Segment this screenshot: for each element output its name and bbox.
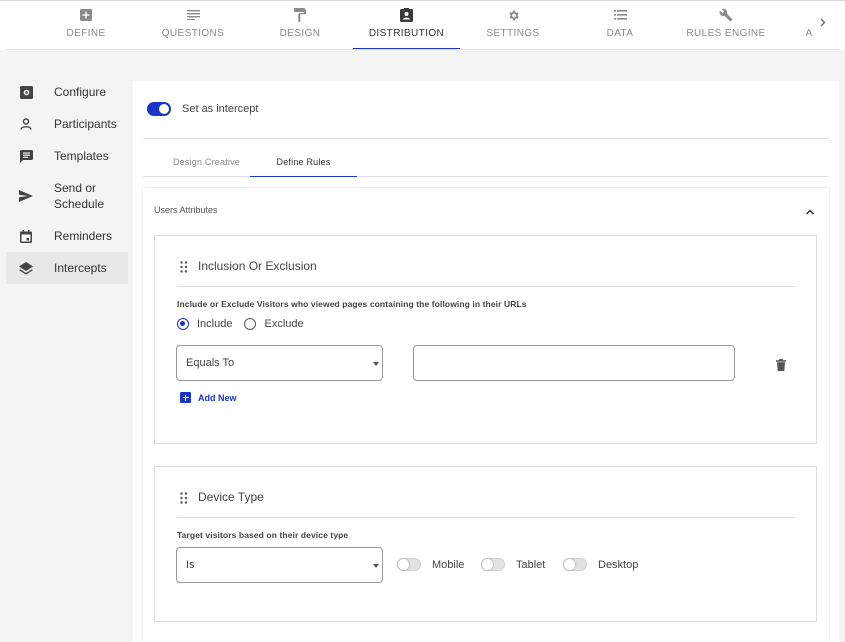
users-attributes-panel: Users Attributes Inclusion Or Exclusion … xyxy=(143,188,829,642)
include-radio-label: Include xyxy=(197,318,233,330)
card-divider xyxy=(177,517,795,518)
tab-label: DESIGN xyxy=(279,28,321,39)
tablet-toggle[interactable] xyxy=(481,558,505,571)
card-description: Include or Exclude Visitors who viewed p… xyxy=(177,299,527,309)
device-condition-value: Is xyxy=(186,559,195,571)
add-new-button[interactable]: Add New xyxy=(180,392,237,403)
exclude-radio-label: Exclude xyxy=(264,318,304,330)
wrench-icon xyxy=(718,7,734,23)
tab-label: DISTRIBUTION xyxy=(368,28,445,39)
tablet-label: Tablet xyxy=(516,558,546,571)
configure-icon xyxy=(19,85,33,99)
inclusion-exclusion-card: Inclusion Or Exclusion Include or Exclud… xyxy=(154,235,817,444)
plus-icon xyxy=(180,392,191,403)
caret-down-icon xyxy=(373,564,379,568)
gear-icon xyxy=(505,7,521,23)
contact-card-icon xyxy=(399,7,415,23)
tab-define[interactable]: DEFINE xyxy=(48,0,124,49)
sidebar-item-label: Participants xyxy=(54,117,117,131)
drag-handle-icon[interactable] xyxy=(180,260,188,273)
calendar-icon xyxy=(19,229,33,243)
tab-data[interactable]: DATA xyxy=(590,0,650,49)
tab-label: A xyxy=(805,28,813,39)
drag-handle-icon[interactable] xyxy=(180,491,188,504)
mobile-label: Mobile xyxy=(432,558,465,571)
subtab-define-rules[interactable]: Define Rules xyxy=(250,148,357,177)
include-exclude-radio-group: Include Exclude xyxy=(177,318,304,330)
desktop-label: Desktop xyxy=(598,558,639,571)
condition-select[interactable]: Equals To xyxy=(176,345,383,381)
chat-icon xyxy=(19,149,33,163)
send-icon xyxy=(19,189,33,203)
sidebar-item-participants[interactable]: Participants xyxy=(6,108,128,140)
toggle-label: Set as intercept xyxy=(182,103,259,115)
chevron-up-icon[interactable] xyxy=(805,204,815,215)
desktop-toggle[interactable] xyxy=(563,558,587,571)
sidebar-item-configure[interactable]: Configure xyxy=(6,76,128,108)
list-icon xyxy=(612,7,628,23)
lines-icon xyxy=(185,7,201,23)
sidebar-item-label: Configure xyxy=(54,85,107,99)
divider xyxy=(143,138,829,139)
sidebar-item-intercepts[interactable]: Intercepts xyxy=(6,252,128,284)
add-new-label: Add New xyxy=(198,392,237,403)
card-description: Target visitors based on their device ty… xyxy=(177,530,349,540)
main-content: Set as intercept Design Creative Define … xyxy=(133,81,839,642)
intercept-toggle-row: Set as intercept xyxy=(147,102,258,116)
tab-questions[interactable]: QUESTIONS xyxy=(150,0,236,49)
sidebar-item-label: Reminders xyxy=(54,229,113,243)
device-mobile-option: Mobile xyxy=(397,558,464,571)
sub-tabs: Design Creative Define Rules xyxy=(143,148,829,177)
tab-overflow[interactable]: A xyxy=(800,0,818,49)
trash-icon[interactable] xyxy=(776,358,786,371)
top-navigation: DEFINE QUESTIONS DESIGN DISTRIBUTION SET… xyxy=(0,0,845,50)
caret-down-icon xyxy=(373,362,379,366)
tab-label: QUESTIONS xyxy=(161,28,225,39)
tab-rules-engine[interactable]: RULES ENGINE xyxy=(686,0,766,49)
device-tablet-option: Tablet xyxy=(481,558,545,571)
card-divider xyxy=(177,286,795,287)
set-as-intercept-toggle[interactable] xyxy=(147,102,171,116)
card-title: Device Type xyxy=(198,490,264,504)
plus-box-icon xyxy=(78,7,94,23)
include-radio[interactable] xyxy=(177,318,189,330)
sidebar-item-label: Intercepts xyxy=(54,261,107,275)
device-type-card: Device Type Target visitors based on the… xyxy=(154,466,817,622)
sidebar-item-reminders[interactable]: Reminders xyxy=(6,220,128,252)
sidebar-item-send-or-schedule[interactable]: Send or Schedule xyxy=(6,172,128,220)
tab-design[interactable]: DESIGN xyxy=(265,0,335,49)
tab-label: RULES ENGINE xyxy=(686,28,766,39)
sidebar-item-label: Templates xyxy=(54,149,109,163)
paint-roller-icon xyxy=(292,7,308,23)
url-value-input[interactable] xyxy=(413,345,735,381)
layers-icon xyxy=(19,261,33,275)
condition-select-value: Equals To xyxy=(186,357,235,369)
panel-title: Users Attributes xyxy=(154,205,218,215)
person-icon xyxy=(19,117,33,131)
tab-label: DEFINE xyxy=(66,28,106,39)
sidebar-item-templates[interactable]: Templates xyxy=(6,140,128,172)
card-title: Inclusion Or Exclusion xyxy=(198,259,317,273)
tab-settings[interactable]: SETTINGS xyxy=(478,0,548,49)
device-desktop-option: Desktop xyxy=(563,558,638,571)
device-condition-select[interactable]: Is xyxy=(176,547,383,583)
subtab-design-creative[interactable]: Design Creative xyxy=(153,148,260,176)
exclude-radio[interactable] xyxy=(244,318,257,330)
nav-divider xyxy=(6,49,840,50)
chevron-right-icon[interactable] xyxy=(820,16,826,30)
mobile-toggle[interactable] xyxy=(397,558,421,571)
sidebar-item-label: Send or Schedule xyxy=(54,181,105,211)
sidebar: Configure Participants Templates Send or… xyxy=(6,76,128,284)
tab-distribution[interactable]: DISTRIBUTION xyxy=(353,0,460,50)
tab-label: SETTINGS xyxy=(486,28,540,39)
tab-label: DATA xyxy=(606,28,634,39)
